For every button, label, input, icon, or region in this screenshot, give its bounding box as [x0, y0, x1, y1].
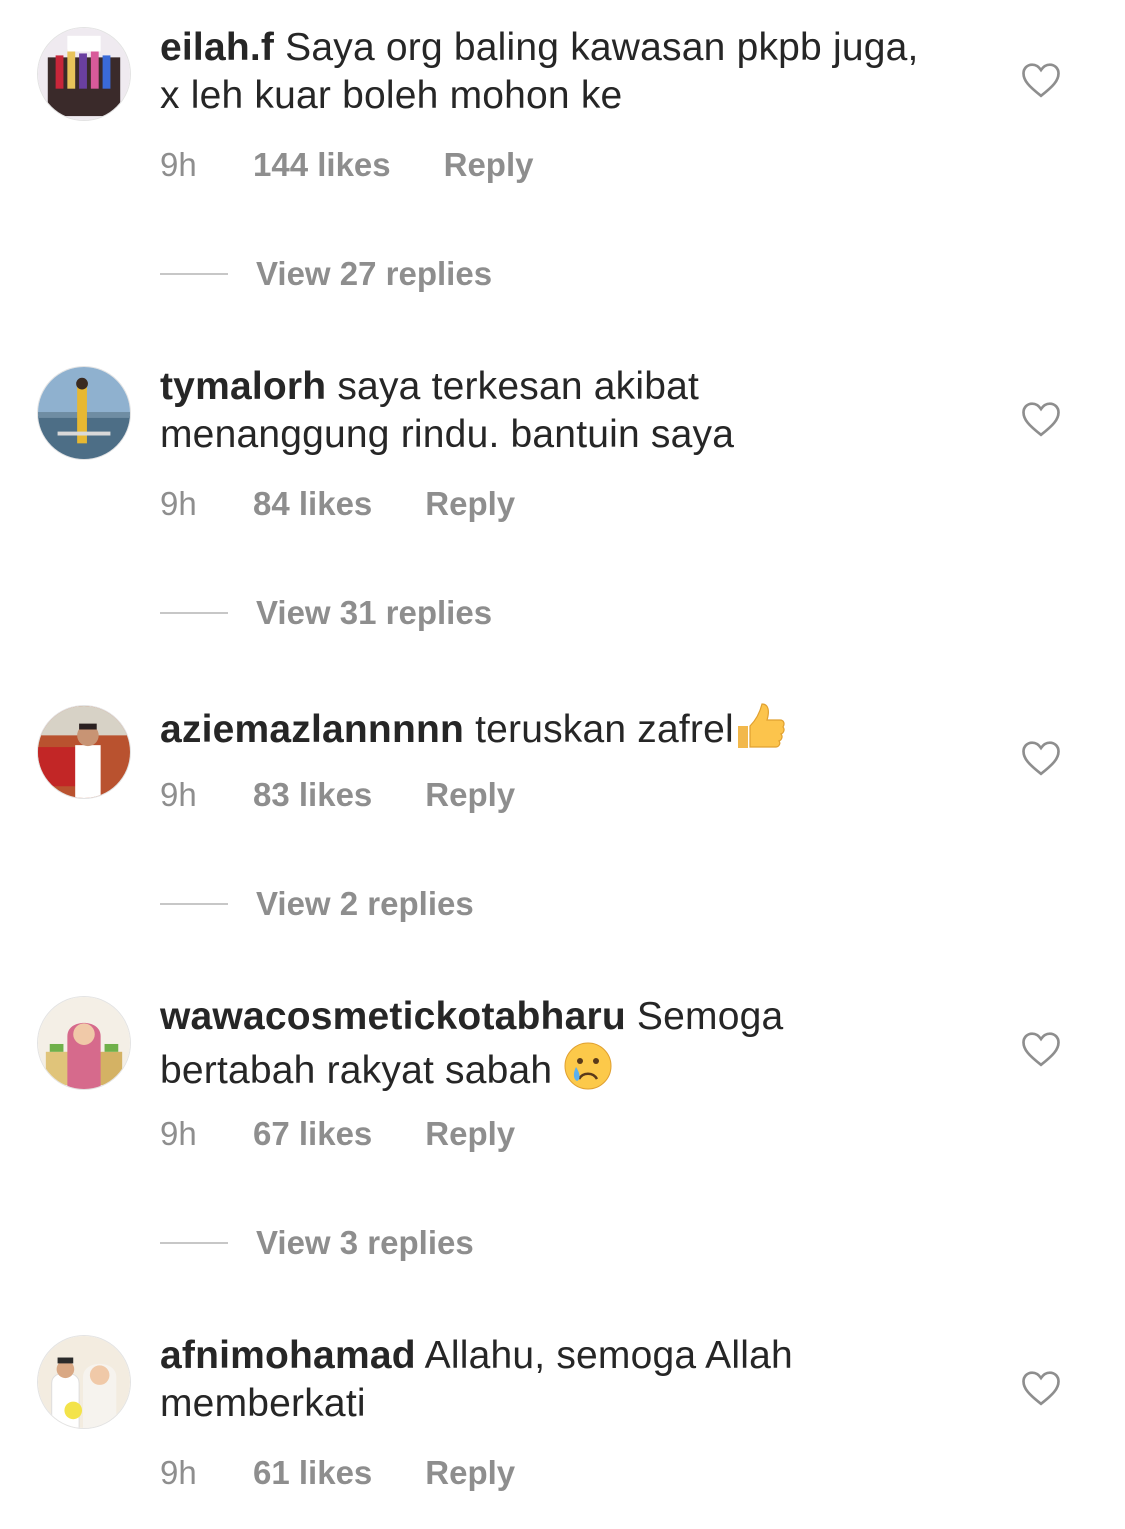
comment-meta: 9h 84 likes Reply [160, 485, 515, 523]
comment-likes[interactable]: 84 likes [253, 485, 372, 523]
heart-outline-icon[interactable] [1021, 1369, 1061, 1407]
avatar[interactable] [37, 705, 131, 799]
avatar[interactable] [37, 27, 131, 121]
view-replies-button[interactable]: View 31 replies [160, 594, 492, 632]
crying-face-emoji [563, 1041, 613, 1103]
heart-outline-icon[interactable] [1021, 1030, 1061, 1068]
comment-likes[interactable]: 144 likes [253, 146, 391, 184]
view-replies-button[interactable]: View 27 replies [160, 255, 492, 293]
view-replies-label[interactable]: View 2 replies [256, 885, 474, 923]
avatar[interactable] [37, 996, 131, 1090]
thumbs-up-emoji [734, 702, 786, 762]
comment-text: tymalorh saya terkesan akibat menanggung… [160, 363, 920, 459]
comment-username[interactable]: tymalorh [160, 365, 326, 408]
divider-line [160, 612, 228, 614]
avatar[interactable] [37, 1335, 131, 1429]
divider-line [160, 1242, 228, 1244]
comment-text: afnimohamad Allahu, semoga Allah memberk… [160, 1332, 920, 1428]
comment-likes[interactable]: 67 likes [253, 1115, 372, 1153]
comment-meta: 9h 67 likes Reply [160, 1115, 515, 1153]
comment-username[interactable]: eilah.f [160, 26, 274, 69]
view-replies-label[interactable]: View 3 replies [256, 1224, 474, 1262]
comment-username[interactable]: afnimohamad [160, 1334, 416, 1377]
reply-button[interactable]: Reply [425, 1454, 515, 1492]
comment-meta: 9h 83 likes Reply [160, 776, 515, 814]
comment-body: Saya org baling kawasan pkpb juga, x leh… [160, 26, 919, 117]
divider-line [160, 273, 228, 275]
reply-button[interactable]: Reply [425, 1115, 515, 1153]
comment-username[interactable]: wawacosmetickotabharu [160, 995, 626, 1038]
avatar[interactable] [37, 366, 131, 460]
heart-outline-icon[interactable] [1021, 61, 1061, 99]
comment-body: teruskan zafrel [475, 708, 734, 751]
heart-outline-icon[interactable] [1021, 739, 1061, 777]
reply-button[interactable]: Reply [444, 146, 534, 184]
heart-outline-icon[interactable] [1021, 400, 1061, 438]
divider-line [160, 903, 228, 905]
comment-time: 9h [160, 146, 197, 183]
comment-time: 9h [160, 485, 197, 522]
comment-username[interactable]: aziemazlannnnn [160, 708, 464, 751]
view-replies-button[interactable]: View 3 replies [160, 1224, 474, 1262]
view-replies-label[interactable]: View 31 replies [256, 594, 492, 632]
view-replies-label[interactable]: View 27 replies [256, 255, 492, 293]
comment-text: eilah.f Saya org baling kawasan pkpb jug… [160, 24, 920, 120]
comment-likes[interactable]: 61 likes [253, 1454, 372, 1492]
comment-meta: 9h 144 likes Reply [160, 146, 534, 184]
view-replies-button[interactable]: View 2 replies [160, 885, 474, 923]
comment-time: 9h [160, 776, 197, 813]
comment-text: wawacosmetickotabharu Semoga bertabah ra… [160, 993, 920, 1103]
comment-time: 9h [160, 1454, 197, 1491]
comment-likes[interactable]: 83 likes [253, 776, 372, 814]
comment-meta: 9h 61 likes Reply [160, 1454, 515, 1492]
comment-text: aziemazlannnnn teruskan zafrel [160, 702, 920, 762]
reply-button[interactable]: Reply [425, 485, 515, 523]
reply-button[interactable]: Reply [425, 776, 515, 814]
comment-time: 9h [160, 1115, 197, 1152]
